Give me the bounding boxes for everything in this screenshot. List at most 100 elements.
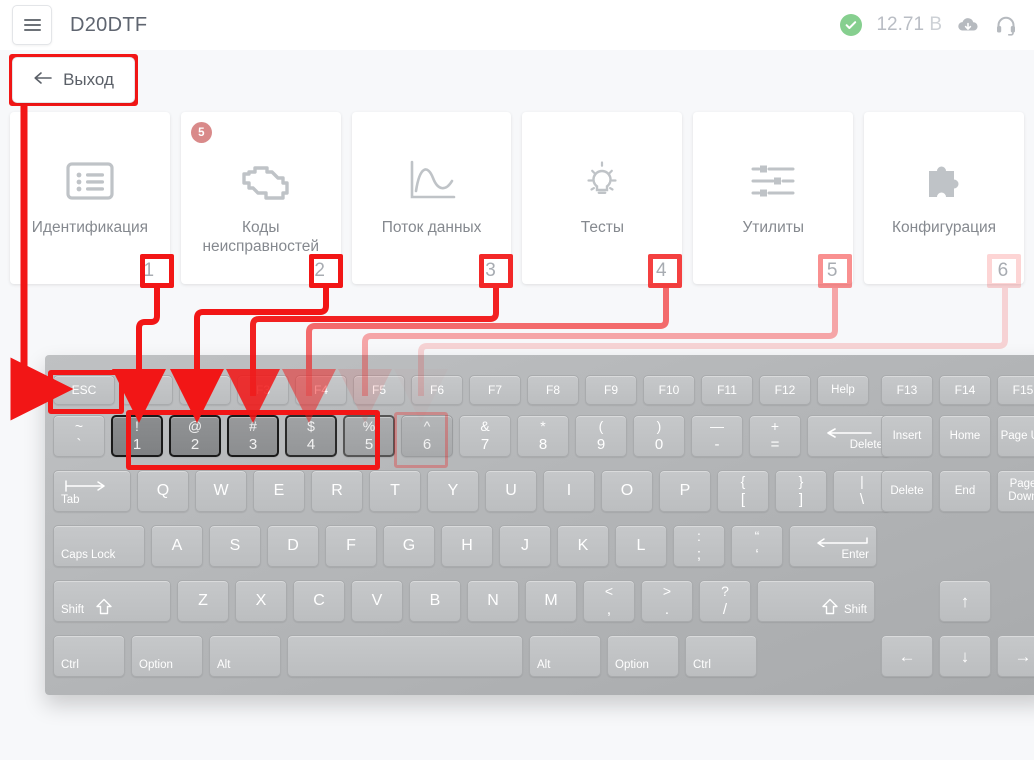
key-label: U <box>505 482 517 499</box>
key-bracket-left[interactable]: { [ <box>717 470 769 512</box>
key-f9[interactable]: F9 <box>585 375 637 405</box>
key-b[interactable]: B <box>409 580 461 622</box>
key-f3[interactable]: F3 <box>237 375 289 405</box>
key-period[interactable]: > . <box>641 580 693 622</box>
key-space[interactable] <box>287 635 523 677</box>
key-i[interactable]: I <box>543 470 595 512</box>
key-u[interactable]: U <box>485 470 537 512</box>
key-f7[interactable]: F7 <box>469 375 521 405</box>
key-y[interactable]: Y <box>427 470 479 512</box>
key-f5[interactable]: F5 <box>353 375 405 405</box>
key-tab[interactable]: Tab <box>53 470 131 512</box>
cloud-download-icon[interactable] <box>956 15 980 35</box>
key-arrow-right[interactable]: → <box>997 635 1034 677</box>
key-f1[interactable]: F1 <box>121 375 173 405</box>
card-identification[interactable]: Идентификация 1 <box>10 112 170 284</box>
key-p[interactable]: P <box>659 470 711 512</box>
key-f8[interactable]: F8 <box>527 375 579 405</box>
hamburger-menu-button[interactable] <box>12 5 52 45</box>
exit-button[interactable]: Выход <box>12 57 135 103</box>
key-quote[interactable]: “ ‘ <box>731 525 783 567</box>
key-slash[interactable]: ? / <box>699 580 751 622</box>
key-3[interactable]: # 3 <box>227 415 279 457</box>
key-end[interactable]: End <box>939 470 991 512</box>
headset-icon[interactable] <box>994 13 1018 37</box>
key-k[interactable]: K <box>557 525 609 567</box>
key-f11[interactable]: F11 <box>701 375 753 405</box>
key-a[interactable]: A <box>151 525 203 567</box>
key-f10[interactable]: F10 <box>643 375 695 405</box>
key-page-down[interactable]: Page Down <box>997 470 1034 512</box>
key-esc[interactable]: ESC <box>53 375 115 405</box>
key-m[interactable]: M <box>525 580 577 622</box>
key-f2[interactable]: F2 <box>179 375 231 405</box>
key-w[interactable]: W <box>195 470 247 512</box>
key-alt-left[interactable]: Alt <box>209 635 281 677</box>
key-shift-right[interactable]: Shift <box>757 580 875 622</box>
key-t[interactable]: T <box>369 470 421 512</box>
card-utilities[interactable]: Утилиты 5 <box>693 112 854 284</box>
key-backspace[interactable]: Delete <box>807 415 891 457</box>
key-shift-left[interactable]: Shift <box>53 580 171 622</box>
key-arrow-up[interactable]: ↑ <box>939 580 991 622</box>
key-enter[interactable]: Enter <box>789 525 877 567</box>
key-ctrl-right[interactable]: Ctrl <box>685 635 757 677</box>
key-8[interactable]: * 8 <box>517 415 569 457</box>
key-arrow-down[interactable]: ↓ <box>939 635 991 677</box>
key-option-left[interactable]: Option <box>131 635 203 677</box>
key-r[interactable]: R <box>311 470 363 512</box>
key-f14[interactable]: F14 <box>939 375 991 405</box>
key-label: F2 <box>197 383 212 397</box>
key-c[interactable]: C <box>293 580 345 622</box>
key-j[interactable]: J <box>499 525 551 567</box>
key-f12[interactable]: F12 <box>759 375 811 405</box>
key-semicolon[interactable]: : ; <box>673 525 725 567</box>
key-z[interactable]: Z <box>177 580 229 622</box>
key-g[interactable]: G <box>383 525 435 567</box>
key-f4[interactable]: F4 <box>295 375 347 405</box>
key-n[interactable]: N <box>467 580 519 622</box>
key-minus[interactable]: — - <box>691 415 743 457</box>
key-insert[interactable]: Insert <box>881 415 933 457</box>
key-bracket-right[interactable]: } ] <box>775 470 827 512</box>
key-f[interactable]: F <box>325 525 377 567</box>
key-ctrl-left[interactable]: Ctrl <box>53 635 125 677</box>
key-option-right[interactable]: Option <box>607 635 679 677</box>
key-arrow-left[interactable]: ← <box>881 635 933 677</box>
key-help[interactable]: Help <box>817 375 869 405</box>
key-e[interactable]: E <box>253 470 305 512</box>
key-page-up[interactable]: Page Up <box>997 415 1034 457</box>
key-d[interactable]: D <box>267 525 319 567</box>
key-caps-lock[interactable]: Caps Lock <box>53 525 145 567</box>
key-alt-right[interactable]: Alt <box>529 635 601 677</box>
key-9[interactable]: ( 9 <box>575 415 627 457</box>
key-o[interactable]: O <box>601 470 653 512</box>
list-card-icon <box>65 154 115 208</box>
key-1[interactable]: ! 1 <box>111 415 163 457</box>
card-configuration[interactable]: Конфигурация 6 <box>864 112 1024 284</box>
key-s[interactable]: S <box>209 525 261 567</box>
key-2[interactable]: @ 2 <box>169 415 221 457</box>
key-5[interactable]: % 5 <box>343 415 395 457</box>
key-backtick[interactable]: ~ ` <box>53 415 105 457</box>
key-0[interactable]: ) 0 <box>633 415 685 457</box>
key-7[interactable]: & 7 <box>459 415 511 457</box>
key-x[interactable]: X <box>235 580 287 622</box>
key-equal[interactable]: + = <box>749 415 801 457</box>
key-f6[interactable]: F6 <box>411 375 463 405</box>
card-fault-codes[interactable]: 5 Коды неисправностей 2 <box>180 112 341 284</box>
card-tests[interactable]: Тесты 4 <box>522 112 683 284</box>
key-6[interactable]: ^ 6 <box>401 415 453 457</box>
key-home[interactable]: Home <box>939 415 991 457</box>
key-delete[interactable]: Delete <box>881 470 933 512</box>
key-v[interactable]: V <box>351 580 403 622</box>
key-label-top: < <box>604 583 614 599</box>
key-f13[interactable]: F13 <box>881 375 933 405</box>
key-q[interactable]: Q <box>137 470 189 512</box>
key-4[interactable]: $ 4 <box>285 415 337 457</box>
key-l[interactable]: L <box>615 525 667 567</box>
key-f15[interactable]: F15 <box>997 375 1034 405</box>
card-data-stream[interactable]: Поток данных 3 <box>351 112 512 284</box>
key-comma[interactable]: < , <box>583 580 635 622</box>
key-h[interactable]: H <box>441 525 493 567</box>
